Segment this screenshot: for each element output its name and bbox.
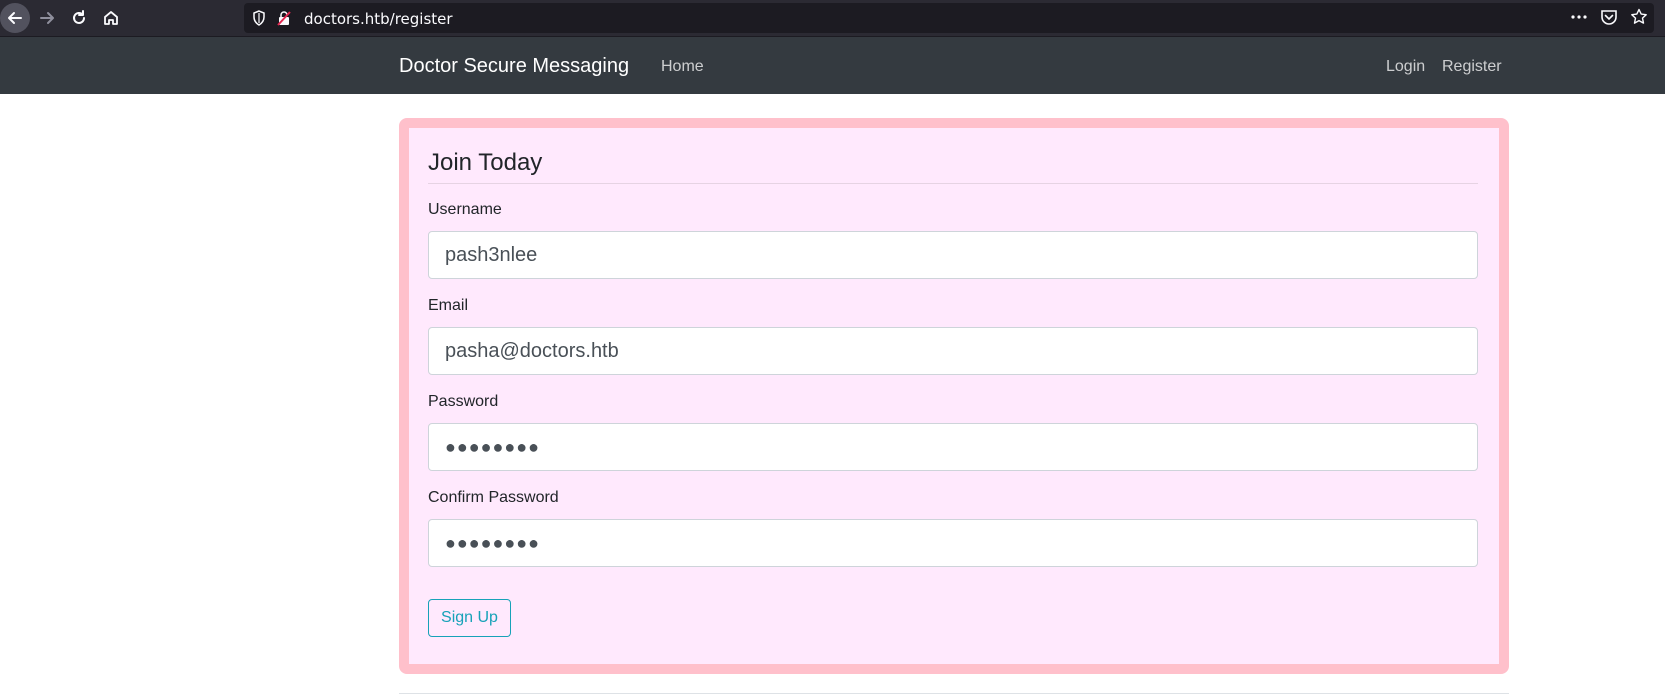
back-button[interactable] [0,3,30,33]
nav-login-link[interactable]: Login [1386,58,1425,76]
page-divider [399,693,1509,694]
home-button[interactable] [96,3,126,33]
form-legend: Join Today [428,149,543,176]
bookmark-star-icon[interactable] [1630,8,1648,26]
username-input[interactable]: pash3nlee [428,231,1478,279]
sign-up-button[interactable]: Sign Up [428,599,511,637]
password-label: Password [428,393,499,410]
site-navbar: Doctor Secure Messaging Home Login Regis… [0,37,1665,94]
home-icon [104,11,118,25]
insecure-lock-icon[interactable] [276,10,292,31]
url-bar[interactable]: doctors.htb/register [244,3,1654,33]
site-brand-link[interactable]: Doctor Secure Messaging [399,55,629,78]
forward-button[interactable] [32,3,62,33]
nav-register-link[interactable]: Register [1442,58,1502,76]
confirm-password-label: Confirm Password [428,489,559,506]
pocket-icon[interactable] [1600,8,1618,26]
email-label: Email [428,297,469,314]
legend-divider [428,183,1478,184]
back-arrow-icon [8,12,22,24]
nav-home-link[interactable]: Home [661,58,704,76]
shield-icon[interactable] [252,10,266,31]
browser-toolbar: doctors.htb/register [0,0,1665,37]
username-label: Username [428,201,502,218]
forward-arrow-icon [40,12,54,24]
reload-button[interactable] [64,3,94,33]
url-actions [1570,8,1648,26]
registration-form: Join Today Username pash3nlee Email pash… [399,118,1509,674]
url-text: doctors.htb/register [304,10,453,28]
confirm-password-input[interactable]: ●●●●●●●● [428,519,1478,567]
password-input[interactable]: ●●●●●●●● [428,423,1478,471]
reload-icon [73,10,85,24]
email-input[interactable]: pasha@doctors.htb [428,327,1478,375]
more-actions-icon[interactable] [1570,8,1588,26]
